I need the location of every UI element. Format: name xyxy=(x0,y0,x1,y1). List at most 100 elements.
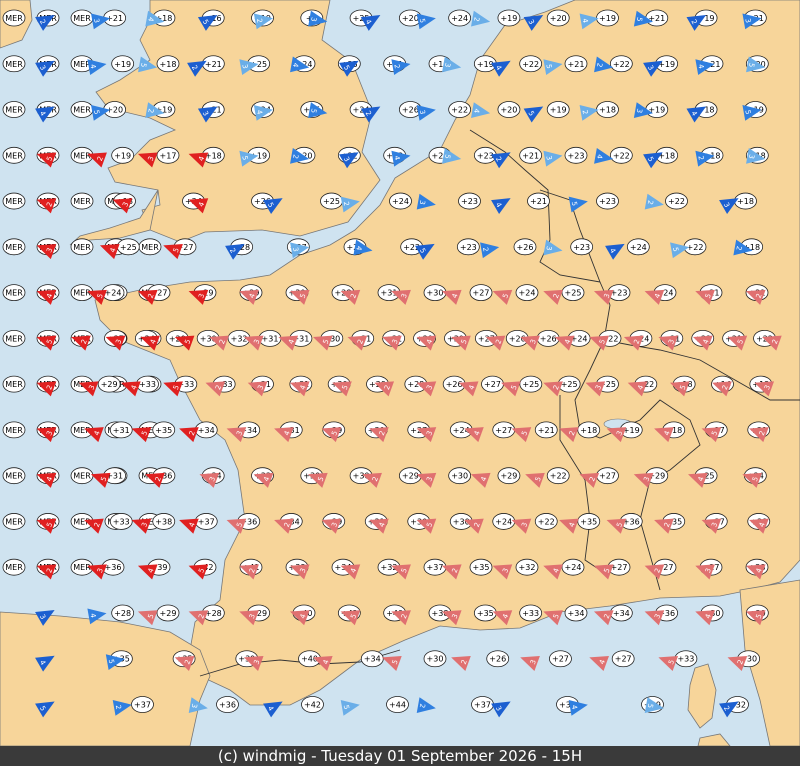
temperature-label: +27 xyxy=(549,650,572,668)
sea-label: MER xyxy=(2,192,26,210)
temperature-label: +25 xyxy=(320,192,343,210)
temperature-label: +24 xyxy=(389,192,412,210)
svg-text:+35: +35 xyxy=(477,609,494,618)
svg-text:+20: +20 xyxy=(550,14,567,23)
temperature-label: +33 xyxy=(109,513,133,530)
svg-text:MER: MER xyxy=(5,472,23,481)
temperature-label: +37 xyxy=(131,696,154,713)
svg-text:+21: +21 xyxy=(522,151,539,160)
wind-map: MERMERMER+21+18+16+19+2+25+20+24+19+20+1… xyxy=(0,0,800,766)
sea-label: MER xyxy=(2,513,26,530)
svg-text:+26: +26 xyxy=(489,655,506,664)
temperature-label: +21 xyxy=(645,9,669,27)
temperature-label: +18 xyxy=(734,192,757,210)
temperature-label: +28 xyxy=(111,604,135,622)
temperature-label: +19 xyxy=(546,101,570,118)
svg-text:+22: +22 xyxy=(550,472,567,481)
svg-text:+36: +36 xyxy=(219,701,236,710)
sea-label: MER xyxy=(2,375,26,393)
svg-text:+44: +44 xyxy=(389,701,406,710)
temperature-label: +26 xyxy=(486,650,510,668)
svg-text:+18: +18 xyxy=(160,60,177,69)
temperature-label: +24 xyxy=(448,9,472,27)
temperature-label: +23 xyxy=(570,238,594,256)
temperature-label: +37 xyxy=(423,558,447,576)
temperature-label: +29 xyxy=(156,604,180,622)
svg-text:+25: +25 xyxy=(522,380,539,389)
svg-text:+18: +18 xyxy=(737,197,754,206)
svg-text:+27: +27 xyxy=(615,655,632,664)
temperature-label: +21 xyxy=(201,55,225,73)
svg-text:+24: +24 xyxy=(105,289,122,298)
sea-label: MER xyxy=(70,9,94,27)
temperature-label: +22 xyxy=(519,55,543,73)
temperature-label: +37 xyxy=(471,696,494,713)
temperature-label: +21 xyxy=(527,192,550,210)
temperature-label: +35 xyxy=(473,604,497,622)
temperature-label: +19 xyxy=(497,9,521,27)
svg-text:MER: MER xyxy=(73,151,91,160)
temperature-label: +27 xyxy=(596,467,619,485)
svg-text:+30: +30 xyxy=(427,289,444,298)
svg-text:+24: +24 xyxy=(495,517,512,526)
sea-label: MER xyxy=(2,421,26,439)
svg-text:+24: +24 xyxy=(630,243,647,252)
svg-text:+19: +19 xyxy=(477,60,494,69)
svg-text:MER: MER xyxy=(5,289,23,298)
sea-label: MER xyxy=(2,9,26,27)
temperature-label: +30 xyxy=(423,284,447,302)
svg-text:+17: +17 xyxy=(160,151,177,160)
svg-text:+34: +34 xyxy=(364,655,381,664)
temperature-label: +23 xyxy=(458,192,481,210)
sea-label: MER xyxy=(2,284,26,302)
svg-text:MER: MER xyxy=(73,243,91,252)
svg-text:+29: +29 xyxy=(402,472,419,481)
svg-text:+24: +24 xyxy=(519,289,536,298)
temperature-label: +22 xyxy=(534,513,558,530)
temperature-label: +27 xyxy=(611,650,635,668)
temperature-label: +25 xyxy=(519,375,543,393)
temperature-label: +29 xyxy=(97,375,121,393)
svg-text:+27: +27 xyxy=(484,380,501,389)
svg-text:+37: +37 xyxy=(198,517,215,526)
temperature-label: +34 xyxy=(360,650,384,668)
svg-text:+22: +22 xyxy=(668,197,685,206)
sea-label: MER xyxy=(70,238,94,256)
svg-text:+23: +23 xyxy=(568,151,585,160)
temperature-label: +35 xyxy=(152,421,176,439)
svg-text:+29: +29 xyxy=(101,380,118,389)
svg-text:+35: +35 xyxy=(580,517,597,526)
svg-text:+35: +35 xyxy=(155,426,172,435)
temperature-label: +24 xyxy=(492,513,516,530)
temperature-label: +19 xyxy=(645,101,669,118)
svg-text:+25: +25 xyxy=(323,197,340,206)
svg-text:+25: +25 xyxy=(565,289,582,298)
temperature-label: +19 xyxy=(111,55,135,73)
svg-text:+23: +23 xyxy=(573,243,590,252)
svg-text:+32: +32 xyxy=(519,563,536,572)
temperature-label: +29 xyxy=(398,467,422,485)
sea-label: MER xyxy=(70,192,94,210)
svg-text:+42: +42 xyxy=(304,701,321,710)
svg-text:+29: +29 xyxy=(500,472,517,481)
svg-text:+37: +37 xyxy=(134,701,151,710)
temperature-label: +34 xyxy=(194,421,218,439)
svg-text:+20: +20 xyxy=(402,14,419,23)
svg-text:MER: MER xyxy=(5,106,23,115)
temperature-label: +33 xyxy=(674,650,698,668)
svg-text:+31: +31 xyxy=(262,334,279,343)
temperature-label: +36 xyxy=(216,696,239,713)
temperature-label: +18 xyxy=(156,55,180,73)
sea-label: MER xyxy=(70,101,94,118)
temperature-label: +30 xyxy=(423,650,447,668)
temperature-label: +22 xyxy=(546,467,570,485)
svg-text:MER: MER xyxy=(5,151,23,160)
temperature-label: +33 xyxy=(519,604,543,622)
svg-text:+24: +24 xyxy=(392,197,409,206)
svg-text:+34: +34 xyxy=(613,609,630,618)
svg-text:+26: +26 xyxy=(402,106,419,115)
svg-text:+19: +19 xyxy=(599,14,616,23)
svg-text:+26: +26 xyxy=(446,380,463,389)
temperature-label: +22 xyxy=(448,101,472,118)
svg-text:+37: +37 xyxy=(427,563,444,572)
